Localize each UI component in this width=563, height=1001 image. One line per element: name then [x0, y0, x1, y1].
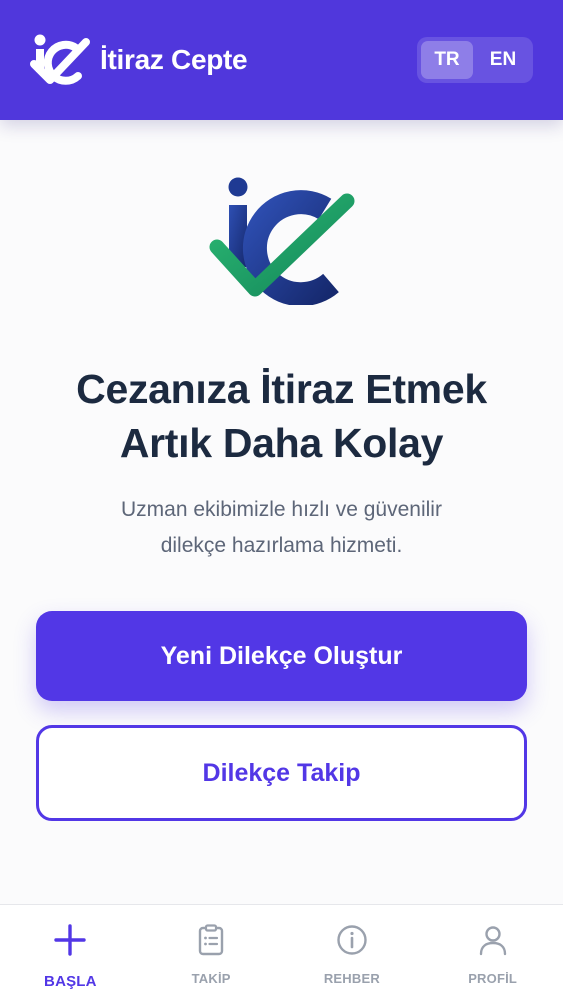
- lang-tr-button[interactable]: TR: [421, 41, 473, 79]
- nav-label-basla: BAŞLA: [44, 973, 97, 990]
- brand[interactable]: İtiraz Cepte: [28, 32, 248, 88]
- info-icon: [337, 925, 367, 955]
- nav-item-rehber[interactable]: REHBER: [282, 905, 423, 1001]
- language-switch: TR EN: [417, 37, 533, 83]
- hero-subtitle-line-1: Uzman ekibimizle hızlı ve güvenilir: [121, 498, 442, 521]
- nav-label-rehber: REHBER: [323, 971, 380, 986]
- user-icon: [479, 926, 506, 956]
- hero-subtitle-line-2: dilekçe hazırlama hizmeti.: [160, 534, 403, 557]
- track-petition-button[interactable]: Dilekçe Takip: [36, 725, 527, 821]
- hero-title-line-2: Artık Daha Kolay: [119, 420, 444, 466]
- nav-label-takip: TAKİP: [191, 971, 231, 986]
- nav-item-takip[interactable]: TAKİP: [141, 905, 282, 1001]
- lang-en-button[interactable]: EN: [477, 41, 529, 79]
- app-header: İtiraz Cepte TR EN: [0, 0, 563, 120]
- nav-item-profil[interactable]: PROFİL: [422, 905, 563, 1001]
- hero-subtitle: Uzman ekibimizle hızlı ve güvenilir dile…: [0, 492, 563, 564]
- app-root: İtiraz Cepte TR EN Cezanıza İtiraz Etmek…: [0, 0, 563, 1001]
- hero-logo-icon: [209, 177, 355, 305]
- nav-item-basla[interactable]: BAŞLA: [0, 905, 141, 1001]
- new-petition-button[interactable]: Yeni Dilekçe Oluştur: [36, 611, 527, 701]
- clipboard-icon: [198, 924, 224, 956]
- hero-title: Cezanıza İtiraz Etmek Artık Daha Kolay: [0, 362, 563, 470]
- plus-icon: [54, 924, 87, 956]
- nav-label-profil: PROFİL: [468, 971, 518, 986]
- bottom-nav: BAŞLA TAKİP REHBER PROFİL: [0, 904, 563, 1001]
- hero-title-line-1: Cezanıza İtiraz Etmek: [76, 366, 487, 412]
- app-logo-icon: [30, 34, 90, 85]
- app-title: İtiraz Cepte: [100, 44, 248, 75]
